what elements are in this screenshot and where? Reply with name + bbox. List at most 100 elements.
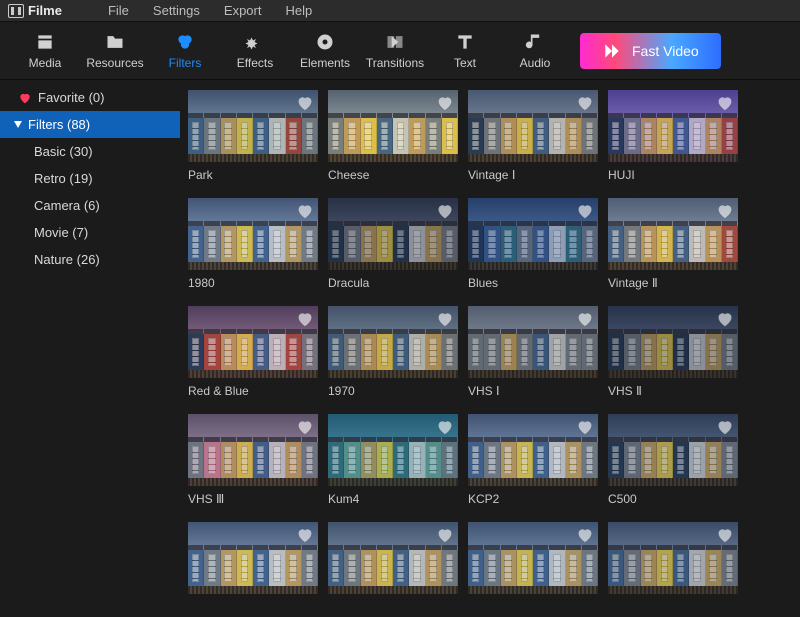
favorite-button[interactable]	[295, 93, 315, 113]
favorite-button[interactable]	[575, 93, 595, 113]
logo-icon	[8, 4, 24, 18]
tab-resources[interactable]: Resources	[80, 32, 150, 70]
filter-thumbnail[interactable]	[608, 306, 738, 378]
filter-card[interactable]: Vintage Ⅱ	[608, 198, 738, 290]
filter-thumbnail[interactable]	[468, 198, 598, 270]
filter-card[interactable]: 1970	[328, 306, 458, 398]
filter-name: Park	[188, 168, 318, 182]
favorite-button[interactable]	[575, 417, 595, 437]
tab-filters[interactable]: Filters	[150, 32, 220, 70]
heart-outline-icon	[435, 309, 455, 329]
filter-thumbnail[interactable]	[608, 414, 738, 486]
tab-audio-label: Audio	[520, 56, 551, 70]
sidebar-item-retro[interactable]: Retro (19)	[0, 165, 180, 192]
sidebar-item-basic[interactable]: Basic (30)	[0, 138, 180, 165]
heart-outline-icon	[295, 417, 315, 437]
filter-card[interactable]: Red & Blue	[188, 306, 318, 398]
heart-outline-icon	[435, 417, 455, 437]
filter-thumbnail[interactable]	[188, 198, 318, 270]
filter-card[interactable]: Cheese	[328, 90, 458, 182]
heart-icon	[18, 91, 32, 105]
filter-thumbnail[interactable]	[328, 522, 458, 594]
filter-card[interactable]: Blues	[468, 198, 598, 290]
favorite-button[interactable]	[575, 525, 595, 545]
filter-card[interactable]	[468, 522, 598, 600]
tab-media[interactable]: Media	[10, 32, 80, 70]
favorite-button[interactable]	[715, 417, 735, 437]
filter-card[interactable]: Park	[188, 90, 318, 182]
favorite-button[interactable]	[295, 525, 315, 545]
favorite-button[interactable]	[575, 309, 595, 329]
heart-outline-icon	[715, 93, 735, 113]
filter-thumbnail[interactable]	[188, 306, 318, 378]
menu-help[interactable]: Help	[285, 3, 312, 18]
heart-outline-icon	[435, 201, 455, 221]
filter-card[interactable]: 1980	[188, 198, 318, 290]
favorite-button[interactable]	[715, 309, 735, 329]
favorite-button[interactable]	[715, 93, 735, 113]
filter-card[interactable]: Dracula	[328, 198, 458, 290]
filter-thumbnail[interactable]	[468, 414, 598, 486]
tab-elements[interactable]: Elements	[290, 32, 360, 70]
filter-card[interactable]: C500	[608, 414, 738, 506]
sidebar-item-filters[interactable]: Filters (88)	[0, 111, 180, 138]
menu-file[interactable]: File	[108, 3, 129, 18]
filter-name: Blues	[468, 276, 598, 290]
filter-card[interactable]	[188, 522, 318, 600]
favorite-button[interactable]	[435, 93, 455, 113]
tab-text[interactable]: Text	[430, 32, 500, 70]
favorite-button[interactable]	[295, 309, 315, 329]
sidebar-item-nature[interactable]: Nature (26)	[0, 246, 180, 273]
filter-card[interactable]: HUJI	[608, 90, 738, 182]
media-icon	[35, 32, 55, 52]
sidebar-item-favorite[interactable]: Favorite (0)	[0, 84, 180, 111]
filter-card[interactable]: VHS Ⅱ	[608, 306, 738, 398]
filter-thumbnail[interactable]	[328, 198, 458, 270]
fast-video-button[interactable]: Fast Video	[580, 33, 721, 69]
tab-transitions[interactable]: Transitions	[360, 32, 430, 70]
filter-thumbnail[interactable]	[328, 306, 458, 378]
menubar: File Settings Export Help	[108, 3, 312, 18]
sidebar-item-movie[interactable]: Movie (7)	[0, 219, 180, 246]
filter-thumbnail[interactable]	[608, 90, 738, 162]
favorite-button[interactable]	[715, 201, 735, 221]
filter-card[interactable]: Kum4	[328, 414, 458, 506]
favorite-button[interactable]	[295, 417, 315, 437]
filter-thumbnail[interactable]	[468, 306, 598, 378]
favorite-button[interactable]	[435, 309, 455, 329]
filter-thumbnail[interactable]	[608, 522, 738, 594]
filter-card[interactable]	[328, 522, 458, 600]
elements-icon	[315, 32, 335, 52]
filter-card[interactable]: Vintage Ⅰ	[468, 90, 598, 182]
favorite-button[interactable]	[435, 525, 455, 545]
fast-video-icon	[602, 41, 622, 61]
filter-thumbnail[interactable]	[608, 198, 738, 270]
filter-card[interactable]: KCP2	[468, 414, 598, 506]
menu-export[interactable]: Export	[224, 3, 262, 18]
heart-outline-icon	[295, 309, 315, 329]
favorite-button[interactable]	[715, 525, 735, 545]
filter-thumbnail[interactable]	[188, 414, 318, 486]
tab-audio[interactable]: Audio	[500, 32, 570, 70]
body: Favorite (0) Filters (88) Basic (30) Ret…	[0, 80, 800, 617]
tab-text-label: Text	[454, 56, 476, 70]
sidebar-item-camera[interactable]: Camera (6)	[0, 192, 180, 219]
filter-thumbnail[interactable]	[328, 90, 458, 162]
filter-card[interactable]: VHS Ⅲ	[188, 414, 318, 506]
favorite-button[interactable]	[435, 417, 455, 437]
filter-card[interactable]	[608, 522, 738, 600]
tab-effects[interactable]: Effects	[220, 32, 290, 70]
filter-thumbnail[interactable]	[188, 90, 318, 162]
filter-thumbnail[interactable]	[468, 522, 598, 594]
favorite-button[interactable]	[295, 201, 315, 221]
heart-outline-icon	[575, 417, 595, 437]
filter-thumbnail[interactable]	[328, 414, 458, 486]
filter-card[interactable]: VHS Ⅰ	[468, 306, 598, 398]
favorite-button[interactable]	[435, 201, 455, 221]
filter-name: 1980	[188, 276, 318, 290]
filter-thumbnail[interactable]	[188, 522, 318, 594]
menu-settings[interactable]: Settings	[153, 3, 200, 18]
favorite-button[interactable]	[575, 201, 595, 221]
filter-thumbnail[interactable]	[468, 90, 598, 162]
heart-outline-icon	[575, 525, 595, 545]
